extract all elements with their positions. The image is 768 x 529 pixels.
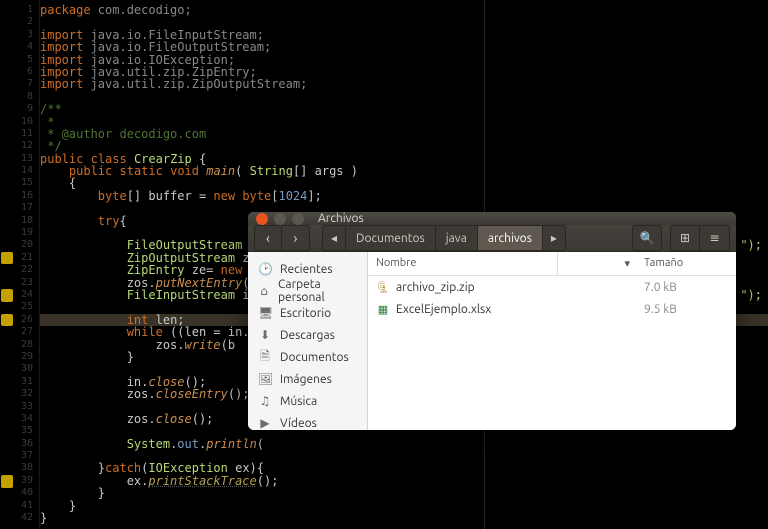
window-title: Archivos xyxy=(318,212,364,225)
editor-gutter: 1234567891011121314151617181920212223242… xyxy=(0,0,40,529)
code-line[interactable]: } xyxy=(40,500,768,512)
code-line[interactable]: ex.printStackTrace(); xyxy=(40,475,768,487)
code-line[interactable]: System.out.println( xyxy=(40,438,768,450)
sidebar-item-label: Escritorio xyxy=(280,307,331,320)
warning-marker-icon xyxy=(1,475,13,487)
toolbar: ‹ › ◂Documentosjavaarchivos▸ 🔍 ⊞ ≡ xyxy=(248,225,736,252)
window-titlebar[interactable]: Archivos xyxy=(248,212,736,225)
breadcrumb-more[interactable]: ▸ xyxy=(543,225,566,251)
sidebar-icon: ⌂ xyxy=(258,284,270,298)
warning-marker-icon xyxy=(1,289,13,301)
close-button[interactable] xyxy=(256,213,268,225)
file-row[interactable]: ▦ ExcelEjemplo.xlsx 9.5 kB xyxy=(368,298,736,320)
column-sort-indicator[interactable]: ▾ xyxy=(558,252,636,275)
code-line[interactable]: public static void main( String[] args ) xyxy=(40,165,768,177)
file-size: 9.5 kB xyxy=(636,303,736,316)
sidebar-item[interactable]: ⬇ Descargas xyxy=(248,324,367,346)
sidebar-icon: ▶ xyxy=(258,416,272,430)
sidebar-item-label: Música xyxy=(280,395,317,408)
file-size: 7.0 kB xyxy=(636,281,736,294)
minimize-button[interactable] xyxy=(274,213,286,225)
sidebar-icon: ⬇ xyxy=(258,328,272,342)
column-headers[interactable]: Nombre ▾ Tamaño xyxy=(368,252,736,276)
file-row[interactable]: 🗜 archivo_zip.zip 7.0 kB xyxy=(368,276,736,298)
sidebar-item[interactable]: 🕑 Recientes xyxy=(248,258,367,280)
sidebar-item[interactable]: 🗎 Documentos xyxy=(248,346,367,368)
sidebar-item[interactable]: ▶ Vídeos xyxy=(248,412,367,430)
breadcrumb-root[interactable]: ◂ xyxy=(322,225,346,251)
code-line[interactable]: } xyxy=(40,512,768,524)
forward-button[interactable]: › xyxy=(282,225,310,251)
sidebar-item-label: Carpeta personal xyxy=(278,278,357,304)
column-name[interactable]: Nombre xyxy=(368,252,558,275)
column-name-label: Nombre xyxy=(376,257,416,269)
file-name: archivo_zip.zip xyxy=(396,281,475,294)
sidebar-icon: 🖥 xyxy=(258,306,272,320)
file-manager-window[interactable]: Archivos ‹ › ◂Documentosjavaarchivos▸ 🔍 … xyxy=(248,212,736,430)
code-line[interactable]: { xyxy=(40,177,768,189)
sidebar-icon: ♫ xyxy=(258,394,272,408)
breadcrumb: ◂Documentosjavaarchivos▸ xyxy=(322,225,624,251)
warning-marker-icon xyxy=(1,252,13,264)
file-manager-body: 🕑 Recientes ⌂ Carpeta personal 🖥 Escritorio ⬇ D… xyxy=(248,252,736,430)
sidebar-icon: 🕑 xyxy=(258,262,272,276)
sidebar-icon: 🖼 xyxy=(258,372,272,386)
sidebar-item-label: Vídeos xyxy=(280,417,317,430)
sidebar-item-label: Documentos xyxy=(280,351,349,364)
view-grid-button[interactable]: ⊞ xyxy=(670,225,700,251)
sidebar-item-label: Imágenes xyxy=(280,373,332,386)
breadcrumb-item[interactable]: archivos xyxy=(478,225,543,251)
code-line[interactable] xyxy=(40,91,768,103)
file-name: ExcelEjemplo.xlsx xyxy=(396,303,491,316)
sidebar-item[interactable]: 🖼 Imágenes xyxy=(248,368,367,390)
back-button[interactable]: ‹ xyxy=(254,225,282,251)
sidebar-item-label: Recientes xyxy=(280,263,333,276)
code-line[interactable]: import java.util.zip.ZipOutputStream; xyxy=(40,78,768,90)
sidebar-item[interactable]: 🖥 Escritorio xyxy=(248,302,367,324)
code-line[interactable]: package com.decodigo; xyxy=(40,4,768,16)
code-line[interactable]: } xyxy=(40,487,768,499)
column-size[interactable]: Tamaño xyxy=(636,252,736,275)
maximize-button[interactable] xyxy=(292,213,304,225)
file-list: 🗜 archivo_zip.zip 7.0 kB ▦ ExcelEjemplo.xlsx… xyxy=(368,276,736,320)
view-list-button[interactable]: ≡ xyxy=(700,225,730,251)
code-line[interactable]: /** xyxy=(40,103,768,115)
breadcrumb-item[interactable]: Documentos xyxy=(346,225,436,251)
sidebar-icon: 🗎 xyxy=(258,347,272,368)
warning-marker-icon xyxy=(1,314,13,326)
sidebar-item[interactable]: ♫ Música xyxy=(248,390,367,412)
breadcrumb-item[interactable]: java xyxy=(436,225,478,251)
sidebar: 🕑 Recientes ⌂ Carpeta personal 🖥 Escritorio ⬇ D… xyxy=(248,252,368,430)
file-pane: Nombre ▾ Tamaño 🗜 archivo_zip.zip 7.0 kB ▦ E… xyxy=(368,252,736,430)
sidebar-item[interactable]: ⌂ Carpeta personal xyxy=(248,280,367,302)
code-line[interactable]: byte[] buffer = new byte[1024]; xyxy=(40,190,768,202)
zip-file-icon: 🗜 xyxy=(376,280,390,294)
code-line[interactable]: * @author decodigo.com xyxy=(40,128,768,140)
search-button[interactable]: 🔍 xyxy=(632,225,662,251)
xls-file-icon: ▦ xyxy=(376,302,390,316)
nav-buttons: ‹ › xyxy=(254,225,310,251)
window-controls xyxy=(256,213,304,225)
sidebar-item-label: Descargas xyxy=(280,329,335,342)
